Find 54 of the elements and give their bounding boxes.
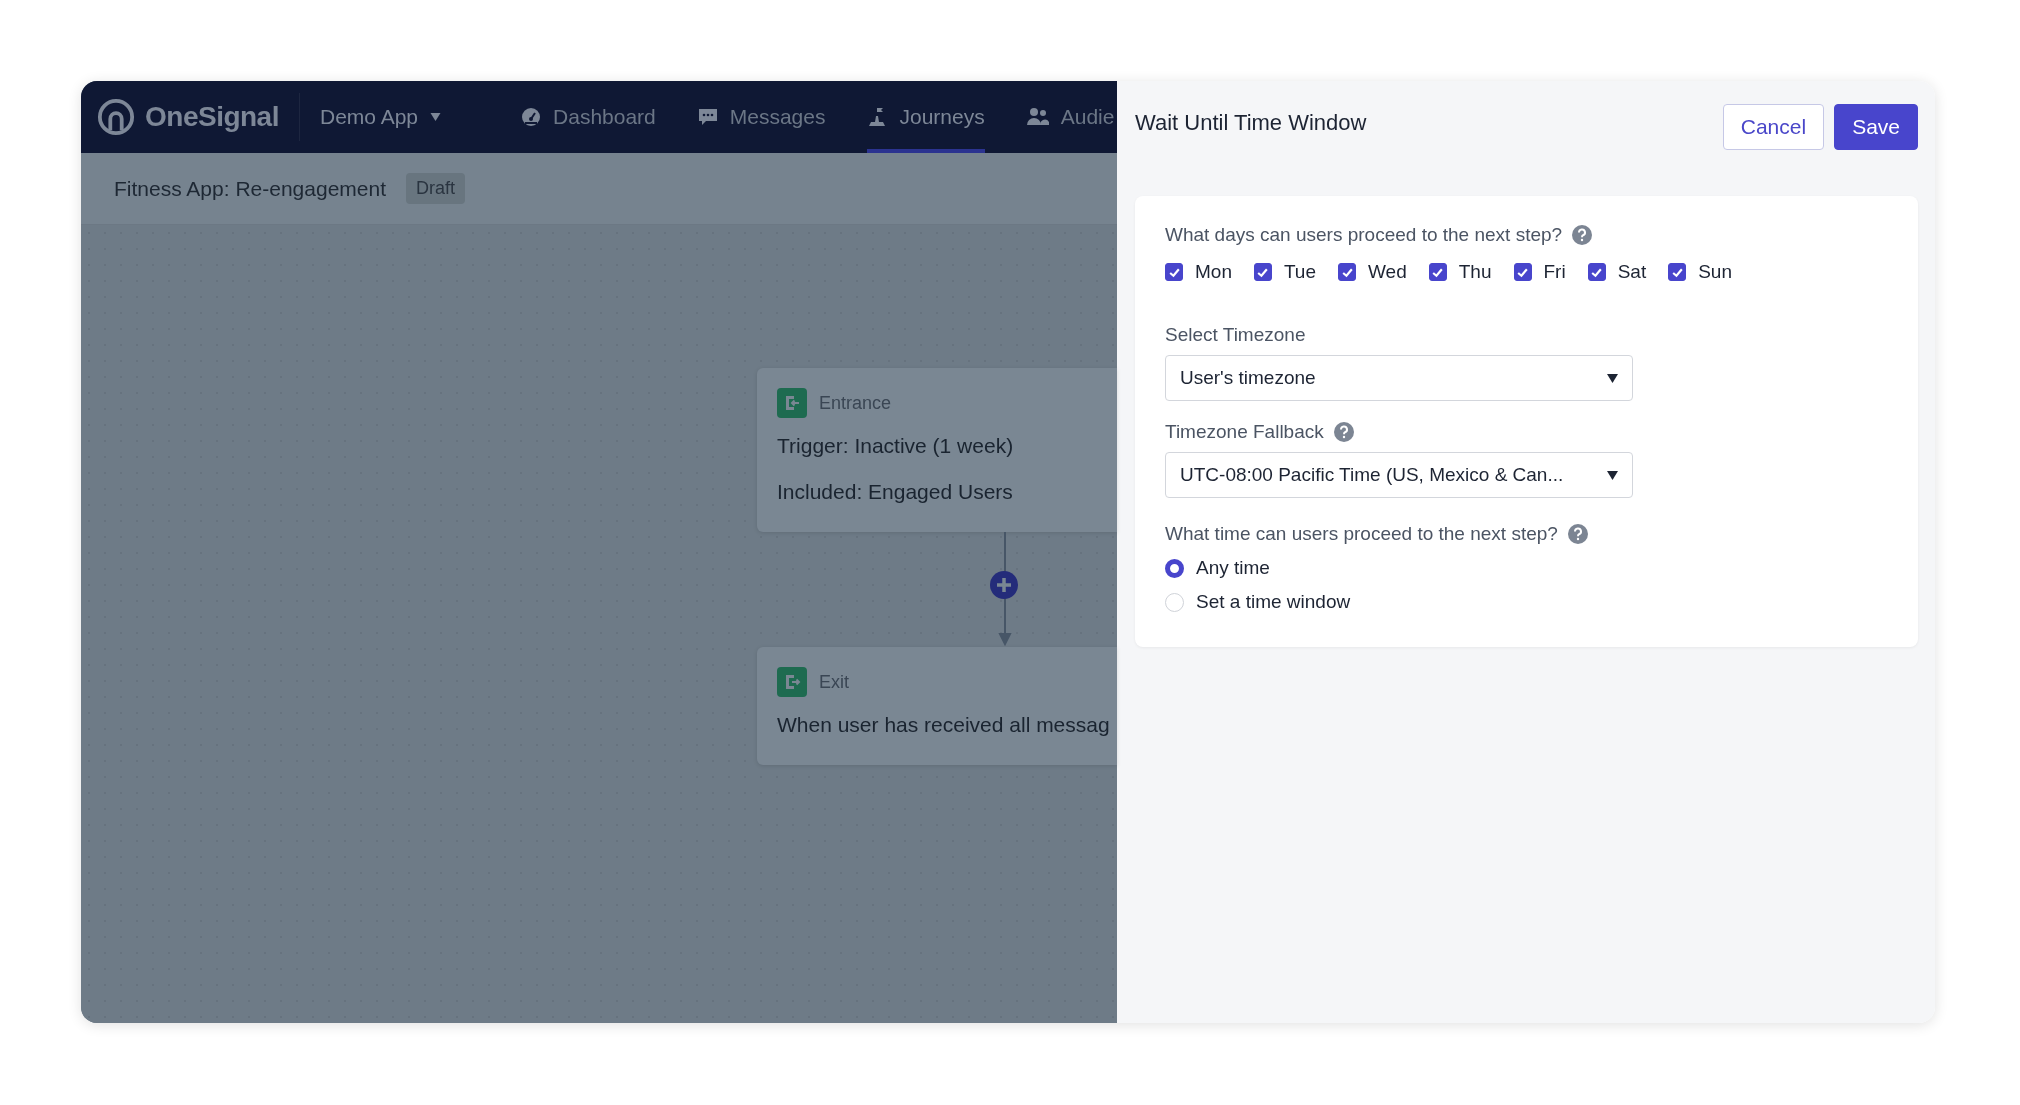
field-label: Select Timezone bbox=[1165, 324, 1307, 346]
people-icon bbox=[1026, 107, 1049, 127]
node-detail: Included: Engaged Users bbox=[777, 480, 1014, 504]
app-switcher[interactable]: Demo App bbox=[319, 105, 442, 129]
journey-node-card[interactable]: Entrance Trigger: Inactive (1 week) Included: Engaged Users bbox=[757, 368, 1117, 532]
node-detail: Trigger: Inactive (1 week) bbox=[777, 434, 1015, 458]
day-checkbox[interactable] bbox=[1587, 263, 1606, 281]
day-checkbox[interactable] bbox=[1165, 263, 1183, 281]
cancel-button[interactable]: Cancel bbox=[1722, 104, 1825, 150]
day-label: Tue bbox=[1283, 261, 1316, 283]
day-label: Thu bbox=[1458, 261, 1492, 283]
journey-title: Fitness App: Re-engagement bbox=[114, 176, 386, 201]
logo-icon bbox=[97, 98, 135, 136]
day-checkbox[interactable] bbox=[1338, 263, 1356, 281]
day-label: Mon bbox=[1195, 261, 1232, 283]
nav-tab[interactable]: Audie bbox=[1026, 81, 1115, 153]
caret-icon bbox=[1607, 470, 1618, 480]
nav-tab[interactable]: Messages bbox=[697, 81, 826, 153]
chat-bubble-icon bbox=[697, 107, 718, 127]
day-label: Sat bbox=[1617, 261, 1647, 283]
radio-button[interactable] bbox=[1165, 558, 1184, 578]
help-icon[interactable] bbox=[1572, 225, 1593, 245]
day-checkbox[interactable] bbox=[1253, 263, 1272, 281]
field-label: Timezone Fallback bbox=[1165, 421, 1324, 443]
journey-node-card[interactable]: Exit When user has received all messag bbox=[757, 647, 1117, 765]
radio-label: Any time bbox=[1196, 557, 1270, 579]
day-label: Sun bbox=[1698, 261, 1732, 283]
day-checkbox[interactable] bbox=[1428, 263, 1447, 281]
day-label: Wed bbox=[1368, 261, 1407, 283]
question-label: What days can users proceed to the next step? bbox=[1165, 224, 1563, 246]
day-checkbox[interactable] bbox=[1668, 263, 1687, 281]
fallback-timezone-select[interactable]: UTC-08:00 Pacific Time (US, Mexico & Can... bbox=[1165, 452, 1633, 498]
nav-tab[interactable]: Dashboard bbox=[521, 81, 656, 153]
help-icon[interactable] bbox=[1333, 422, 1354, 442]
node-detail: When user has received all messag bbox=[777, 713, 1111, 737]
day-label: Fri bbox=[1543, 261, 1566, 283]
panel-title: Wait Until Time Window bbox=[1135, 110, 1367, 136]
node-title: Exit bbox=[819, 671, 849, 693]
help-icon[interactable] bbox=[1567, 524, 1588, 544]
gauge-icon bbox=[521, 107, 542, 127]
enter-icon bbox=[777, 388, 807, 418]
save-button[interactable]: Save bbox=[1834, 104, 1918, 150]
status-badge: Draft bbox=[406, 173, 465, 204]
question-label: What time can users proceed to the next step? bbox=[1165, 523, 1558, 545]
caret-icon bbox=[430, 113, 442, 121]
logo-text: OneSignal bbox=[145, 101, 279, 133]
add-step-icon[interactable] bbox=[989, 570, 1019, 600]
node-title: Entrance bbox=[819, 392, 892, 414]
exit-icon bbox=[777, 667, 807, 697]
flag-icon bbox=[867, 107, 888, 127]
radio-label: Set a time window bbox=[1196, 591, 1351, 613]
caret-icon bbox=[1607, 373, 1618, 383]
timezone-select[interactable]: User's timezone bbox=[1165, 355, 1633, 401]
day-checkbox[interactable] bbox=[1513, 263, 1532, 281]
